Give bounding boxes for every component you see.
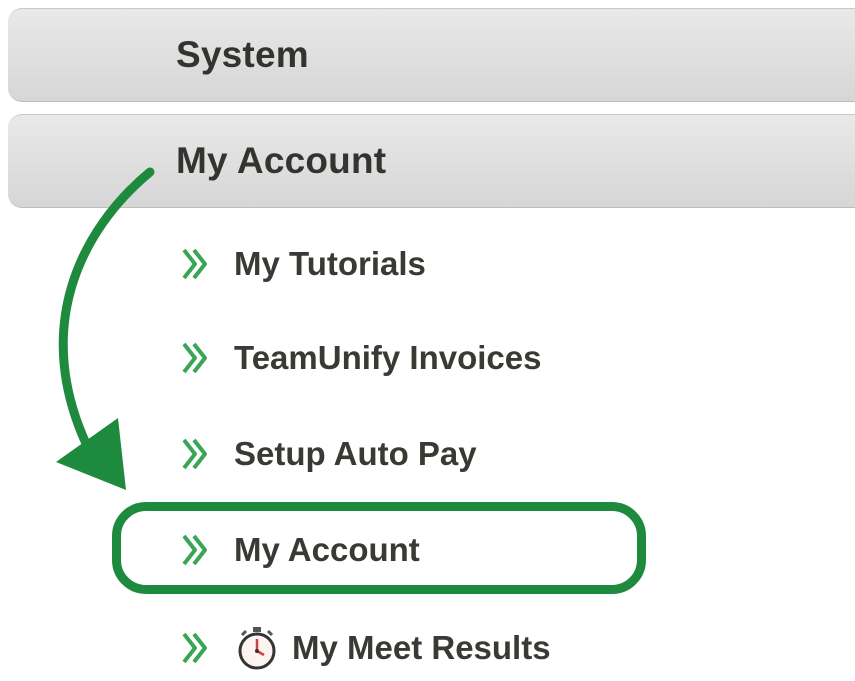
section-header-system[interactable]: System (8, 8, 855, 102)
chevron-double-right-icon (178, 244, 212, 284)
chevron-double-right-icon (178, 530, 212, 570)
menu-item-label: TeamUnify Invoices (234, 339, 542, 376)
menu-item-my-meet-results[interactable]: My Meet Results (178, 618, 551, 678)
menu-item-label: My Account (234, 531, 420, 568)
chevron-double-right-icon (178, 628, 212, 668)
menu-item-label: Setup Auto Pay (234, 435, 477, 472)
menu-item-my-tutorials[interactable]: My Tutorials (178, 234, 426, 294)
menu-item-my-account[interactable]: My Account (178, 520, 420, 580)
menu-item-teamunify-invoices[interactable]: TeamUnify Invoices (178, 328, 542, 388)
chevron-double-right-icon (178, 434, 212, 474)
menu-item-label: My Meet Results (292, 629, 551, 666)
section-header-label: My Account (176, 140, 387, 181)
section-header-my-account[interactable]: My Account (8, 114, 855, 208)
menu-item-label: My Tutorials (234, 245, 426, 282)
section-header-label: System (176, 34, 309, 75)
chevron-double-right-icon (178, 338, 212, 378)
stopwatch-icon (234, 625, 280, 671)
menu-item-setup-auto-pay[interactable]: Setup Auto Pay (178, 424, 477, 484)
